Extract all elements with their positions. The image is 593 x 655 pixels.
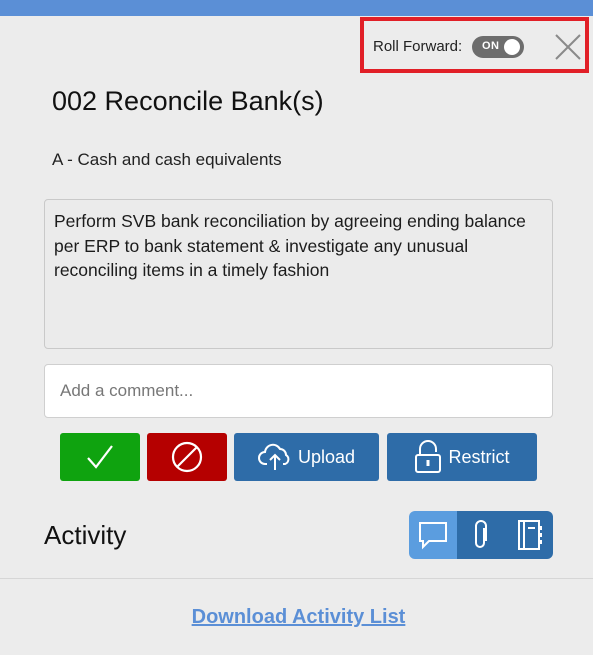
- upload-label: Upload: [297, 446, 356, 467]
- download-activity-link[interactable]: Download Activity List: [0, 606, 593, 629]
- task-title: 002 Reconcile Bank(s): [52, 86, 324, 116]
- notebook-icon: [518, 520, 542, 550]
- comments-tab[interactable]: [409, 511, 457, 559]
- roll-forward-toggle[interactable]: ON: [472, 36, 524, 58]
- paperclip-icon: [475, 520, 487, 548]
- notes-tab[interactable]: [505, 511, 553, 559]
- toggle-state-label: ON: [482, 40, 500, 52]
- activity-tabs: [409, 511, 553, 559]
- roll-forward-label: Roll Forward:: [373, 38, 463, 55]
- comment-input[interactable]: [44, 364, 553, 418]
- upload-button[interactable]: Upload: [234, 433, 379, 481]
- task-category: A - Cash and cash equivalents: [52, 150, 282, 169]
- divider: [0, 578, 593, 579]
- activity-heading: Activity: [44, 520, 127, 550]
- close-icon[interactable]: [553, 32, 583, 62]
- comment-icon: [419, 522, 447, 550]
- cloud-upload-icon: [257, 443, 290, 470]
- unlock-icon: [415, 440, 442, 473]
- restrict-button[interactable]: Restrict: [387, 433, 537, 481]
- restrict-label: Restrict: [448, 446, 510, 467]
- reject-button[interactable]: [147, 433, 227, 481]
- top-bar: [0, 0, 593, 16]
- approve-button[interactable]: [60, 433, 140, 481]
- prohibited-icon: [171, 441, 203, 473]
- checkmark-icon: [87, 445, 113, 469]
- task-description: Perform SVB bank reconciliation by agree…: [44, 199, 553, 349]
- toggle-knob: [504, 39, 520, 55]
- attachments-tab[interactable]: [457, 511, 505, 559]
